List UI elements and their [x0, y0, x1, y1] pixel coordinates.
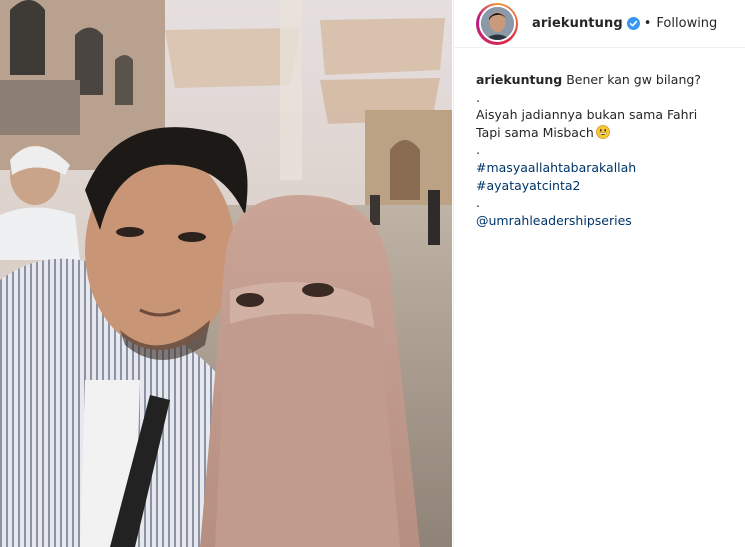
caption-line: .: [476, 195, 480, 211]
verified-badge-icon: [626, 17, 640, 30]
caption-owner[interactable]: ariekuntung: [476, 72, 562, 87]
post-header: ariekuntung • Following: [454, 0, 745, 48]
hashtag-link[interactable]: #ayatayatcinta2: [476, 177, 745, 195]
caption-first-line: ariekuntung Bener kan gw bilang?: [476, 71, 745, 89]
avatar[interactable]: [476, 2, 518, 45]
post-photo[interactable]: [0, 0, 452, 547]
avatar-image: [478, 5, 516, 42]
separator-dot: •: [643, 16, 652, 31]
post-image: [0, 0, 452, 547]
grinning-face-icon: [595, 124, 610, 139]
following-button[interactable]: Following: [656, 16, 717, 31]
post-sidebar: ariekuntung • Following ariekuntung Bener…: [453, 0, 745, 547]
caption-line-text: Tapi sama Misbach: [476, 124, 594, 140]
caption-line: Tapi sama Misbach: [476, 124, 745, 142]
caption-text: Bener kan gw bilang?: [566, 72, 701, 87]
caption-line: .: [476, 89, 480, 105]
author-username[interactable]: ariekuntung: [532, 16, 623, 31]
hashtag-link[interactable]: #masyaallahtabarakallah: [476, 159, 745, 177]
post-caption: ariekuntung Bener kan gw bilang? . Aisyah…: [454, 48, 745, 229]
caption-line: Aisyah jadiannya bukan sama Fahri: [476, 107, 698, 123]
caption-line: .: [476, 142, 480, 158]
mention-link[interactable]: @umrahleadershipseries: [476, 212, 745, 230]
